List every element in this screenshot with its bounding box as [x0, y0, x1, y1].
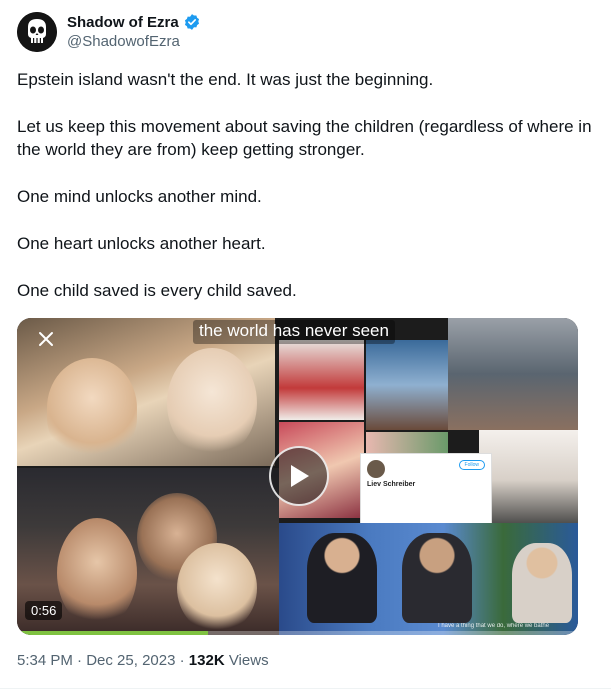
meta-separator: · [77, 652, 83, 669]
video-frame-top-left-highlight [167, 348, 257, 458]
video-caption: the world has never seen [193, 320, 395, 344]
video-frame-right-bottom-person [402, 533, 472, 623]
video-frame-right-mid-3 [479, 430, 578, 530]
video-progress-bar[interactable] [17, 631, 578, 635]
video-frame-right-top-2 [366, 340, 448, 430]
play-button[interactable] [269, 446, 329, 506]
views-count: 132K [188, 652, 225, 669]
author-name[interactable]: Shadow of Ezra [67, 14, 179, 31]
tweet-date[interactable]: Dec 25, 2023 [86, 652, 175, 669]
tweet-paragraph: One mind unlocks another mind. [17, 187, 262, 206]
tweet-paragraph: Let us keep this movement about saving t… [17, 117, 592, 159]
meta-separator: · [179, 652, 185, 669]
inset-profile-name: Liev Schreiber [367, 481, 416, 488]
inset-profile-follow-button: Follow [458, 460, 485, 470]
inset-profile-card: Liev Schreiber Follow [360, 453, 492, 525]
video-subtitle: I have a thing that we do, where we bath… [438, 623, 550, 629]
tweet-header: Shadow of Ezra @ShadowofEzra [17, 12, 577, 54]
verified-badge-icon [184, 14, 199, 30]
play-icon [291, 465, 309, 487]
tweet-text: Epstein island wasn't the end. It was ju… [17, 68, 592, 326]
author-handle[interactable]: @ShadowofEzra [67, 33, 180, 50]
views-label: Views [228, 652, 269, 669]
author-name-row[interactable]: Shadow of Ezra [67, 13, 201, 31]
inset-profile-avatar [367, 460, 385, 478]
video-frame-right-top-1 [279, 340, 364, 420]
video-frame-bottom-left-highlight [177, 543, 257, 633]
tweet-time[interactable]: 5:34 PM [17, 652, 73, 669]
tweet-paragraph: One child saved is every child saved. [17, 281, 297, 300]
punisher-skull-icon [17, 12, 57, 52]
video-frame-top-left-highlight [47, 358, 137, 458]
tweet-meta: 5:34 PM · Dec 25, 2023 · 132K Views [17, 652, 269, 669]
tweet-paragraph: One heart unlocks another heart. [17, 234, 266, 253]
video-frame-right-top-3 [448, 318, 578, 430]
video-frame-right-bottom-person [512, 543, 572, 623]
video-frame-right-bottom-person [307, 533, 377, 623]
video-player[interactable]: Liev Schreiber Follow I have a thing tha… [17, 318, 578, 635]
close-button[interactable] [31, 324, 61, 354]
video-progress-fill [17, 631, 208, 635]
video-duration: 0:56 [25, 601, 63, 620]
tweet-paragraph: Epstein island wasn't the end. It was ju… [17, 70, 434, 89]
video-frame-bottom-left-highlight [57, 518, 137, 628]
close-icon [39, 332, 53, 346]
avatar[interactable] [17, 12, 57, 52]
